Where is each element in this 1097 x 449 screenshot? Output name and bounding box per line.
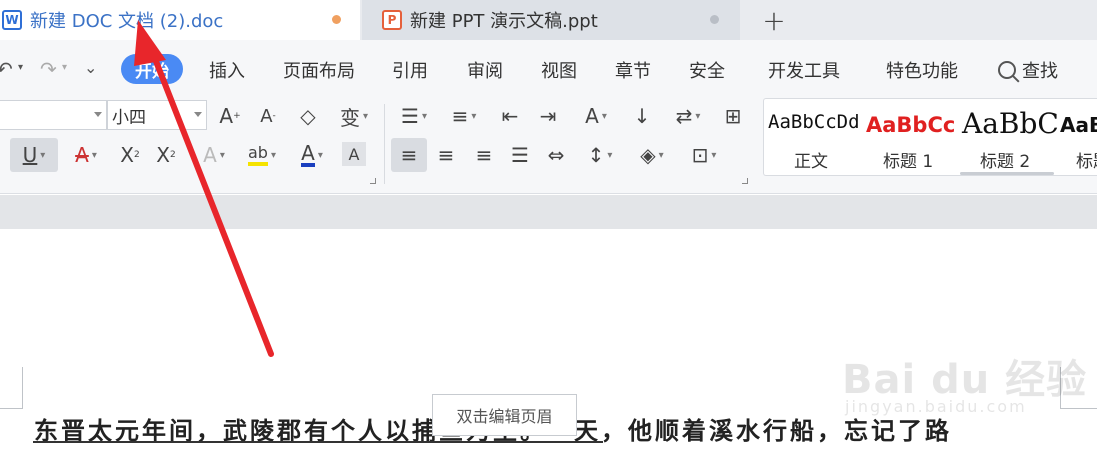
menu-security[interactable]: 安全 <box>689 57 725 83</box>
margin-corner-mark <box>22 367 23 409</box>
menu-page-layout[interactable]: 页面布局 <box>283 57 355 83</box>
font-size-value: 小四 <box>112 107 146 128</box>
tab-doc-document[interactable]: W 新建 DOC 文档 (2).doc <box>0 0 360 40</box>
strikethrough-icon[interactable]: A ▾ <box>66 140 106 170</box>
align-right-icon[interactable]: ≡ <box>470 140 498 170</box>
style-heading-sample[interactable]: AaB <box>1060 113 1097 137</box>
underline-button[interactable]: U ▾ <box>10 138 58 172</box>
text-effect-icon[interactable]: A ▾ <box>194 140 234 170</box>
subscript-icon[interactable]: X2 <box>152 140 180 170</box>
style-heading[interactable]: 标题 <box>1076 147 1097 172</box>
edit-header-tooltip: 双击编辑页眉 <box>432 394 577 436</box>
bullet-list-icon[interactable]: ☰ ▾ <box>394 102 434 130</box>
align-left-icon[interactable]: ≡ <box>391 138 427 172</box>
style-heading1-sample[interactable]: AaBbCc <box>866 113 955 137</box>
tab-bar: W 新建 DOC 文档 (2).doc P 新建 PPT 演示文稿.ppt + <box>0 0 1097 40</box>
menu-developer-tools[interactable]: 开发工具 <box>768 57 840 83</box>
margin-corner-mark <box>0 408 22 409</box>
increase-font-icon[interactable]: A + <box>216 102 244 130</box>
font-name-select[interactable] <box>0 100 107 130</box>
font-size-select[interactable]: 小四 <box>107 100 207 130</box>
redo-icon[interactable]: ↷ <box>40 57 57 81</box>
increase-indent-icon[interactable]: ⇥ <box>534 102 562 130</box>
chevron-down-icon <box>94 112 102 117</box>
undo-icon[interactable]: ↶ <box>0 57 13 81</box>
borders-icon[interactable]: ⊡ ▾ <box>684 140 724 170</box>
tab-ppt-document[interactable]: P 新建 PPT 演示文稿.ppt <box>362 0 740 40</box>
ribbon-toolbar: 小四 A + A- ◇ 变 ▾ U ▾ A ▾ X2 X2 A ▾ ab ▾ A ▾ A ☰ ▾… <box>0 98 1097 194</box>
style-normal[interactable]: 正文 <box>794 147 828 172</box>
numbered-list-icon[interactable]: ≡ ▾ <box>444 102 484 130</box>
align-center-icon[interactable]: ≡ <box>432 140 460 170</box>
eraser-icon[interactable]: ◇ <box>294 102 322 130</box>
distributed-icon[interactable]: ⇔ <box>542 140 570 170</box>
line-spacing-icon[interactable]: ↕ ▾ <box>580 140 620 170</box>
tab-title: 新建 PPT 演示文稿.ppt <box>410 11 598 32</box>
style-gallery: AaBbCcDd 正文 AaBbCc 标题 1 AaBbC 标题 2 AaB 标… <box>763 98 1097 176</box>
line-spacing-adjust-icon[interactable]: ⇄ ▾ <box>668 102 708 130</box>
margin-corner-mark <box>1060 408 1097 409</box>
menu-insert[interactable]: 插入 <box>209 57 245 83</box>
customize-toolbar-icon[interactable]: ⌄ <box>84 58 97 77</box>
menu-special-features[interactable]: 特色功能 <box>886 57 958 83</box>
chevron-down-icon <box>194 112 202 117</box>
chevron-down-icon[interactable]: ▾ <box>18 62 23 73</box>
divider <box>384 104 385 184</box>
menu-chapter[interactable]: 章节 <box>615 57 651 83</box>
text-direction-icon[interactable]: A ▾ <box>574 102 618 130</box>
menu-bar: ↶ ▾ ↷ ▾ ⌄ 开始 插入 页面布局 引用 审阅 视图 章节 安全 开发工具… <box>0 40 1097 98</box>
word-doc-icon: W <box>2 10 22 30</box>
document-page[interactable]: Bai du 经验 jingyan.baidu.com 东晋太元年间，武陵郡有个… <box>0 229 1097 449</box>
tab-title: 新建 DOC 文档 (2).doc <box>30 11 224 32</box>
menu-references[interactable]: 引用 <box>392 57 428 83</box>
decrease-indent-icon[interactable]: ⇤ <box>496 102 524 130</box>
style-heading2[interactable]: 标题 2 <box>980 147 1030 172</box>
new-tab-button[interactable]: + <box>760 4 788 37</box>
search-label: 查找 <box>1022 61 1058 82</box>
search-button[interactable]: 查找 <box>998 57 1058 83</box>
shading-icon[interactable]: ◈ ▾ <box>632 140 672 170</box>
style-heading2-sample[interactable]: AaBbC <box>962 107 1059 140</box>
style-heading1[interactable]: 标题 1 <box>883 147 933 172</box>
text-underline <box>33 441 603 443</box>
highlight-icon[interactable]: ab ▾ <box>242 140 282 170</box>
font-color-icon[interactable]: A ▾ <box>292 140 332 170</box>
font-dialog-launcher[interactable] <box>370 178 376 184</box>
menu-home[interactable]: 开始 <box>121 54 183 84</box>
close-dot-icon[interactable] <box>710 15 719 24</box>
superscript-icon[interactable]: X2 <box>116 140 144 170</box>
decrease-font-icon[interactable]: A- <box>254 102 282 130</box>
selected-style-indicator <box>960 172 1054 175</box>
chevron-down-icon[interactable]: ▾ <box>62 62 67 73</box>
character-shading-icon[interactable]: A <box>342 142 366 166</box>
sort-icon[interactable]: ↓ <box>628 102 656 130</box>
page-gutter <box>0 195 1097 229</box>
paragraph-dialog-launcher[interactable] <box>742 178 748 184</box>
menu-view[interactable]: 视图 <box>541 57 577 83</box>
menu-review[interactable]: 审阅 <box>467 57 503 83</box>
justify-icon[interactable]: ☰ <box>506 140 534 170</box>
phonetic-guide-icon[interactable]: 变 ▾ <box>334 102 374 130</box>
unsaved-dot-icon <box>332 15 341 24</box>
presentation-icon: P <box>382 10 402 30</box>
style-normal-sample[interactable]: AaBbCcDd <box>768 111 860 133</box>
table-icon[interactable]: ⊞ <box>720 102 746 130</box>
search-icon <box>998 61 1016 79</box>
